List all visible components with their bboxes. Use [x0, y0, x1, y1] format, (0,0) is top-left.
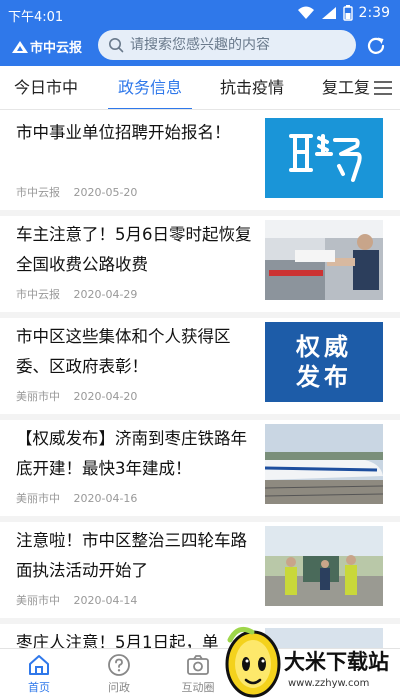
question-icon — [108, 654, 130, 676]
search-icon — [109, 38, 124, 53]
news-title: 车主注意了！5月6日零时起恢复全国收费公路收费 — [16, 225, 252, 274]
site-watermark: 大米下载站 www.zzhyw.com — [218, 620, 400, 700]
news-title: 注意啦！市中区整治三四轮车路面执法活动开始了 — [16, 531, 247, 580]
tab-menu-icon[interactable] — [370, 78, 396, 98]
news-source: 市中云报 — [16, 186, 60, 199]
toll-photo — [265, 220, 383, 300]
news-item[interactable]: 车主注意了！5月6日零时起恢复全国收费公路收费 市中云报 2020-04-29 — [0, 212, 400, 314]
header: 市中云报 — [0, 28, 400, 66]
wifi-icon — [297, 6, 314, 19]
status-bar: 下午4:01 2:39 — [0, 0, 400, 28]
news-item[interactable]: 市中区这些集体和个人获得区委、区政府表彰！ 美丽市中 2020-04-20 权威… — [0, 314, 400, 416]
tab-government-info[interactable]: 政务信息 — [107, 66, 193, 109]
news-item[interactable]: 【权威发布】济南到枣庄铁路年底开建！最快3年建成！ 美丽市中 2020-04-1… — [0, 416, 400, 518]
search-bar[interactable] — [98, 30, 356, 60]
logo-icon — [12, 40, 28, 53]
train-photo — [265, 424, 383, 504]
news-meta: 市中云报 2020-05-20 — [16, 184, 137, 200]
news-date: 2020-04-29 — [73, 288, 138, 301]
news-date: 2020-04-14 — [73, 594, 138, 607]
camera-icon — [187, 655, 209, 675]
search-input[interactable] — [130, 37, 350, 53]
news-source: 美丽市中 — [16, 390, 60, 403]
refresh-icon[interactable] — [364, 34, 388, 58]
home-icon — [29, 655, 49, 675]
news-title: 【权威发布】济南到枣庄铁路年底开建！最快3年建成！ — [16, 429, 247, 478]
category-tabs: 今日市中 政务信息 抗击疫情 复工复 — [0, 66, 400, 110]
nav-home-label: 首页 — [28, 681, 50, 694]
news-thumbnail — [265, 118, 383, 198]
news-source: 美丽市中 — [16, 594, 60, 607]
rice-mascot-logo — [225, 626, 281, 698]
news-meta: 市中云报 2020-04-29 — [16, 286, 137, 302]
news-thumbnail — [265, 424, 383, 504]
status-time: 下午4:01 — [8, 10, 64, 25]
news-date: 2020-04-20 — [73, 390, 138, 403]
recruit-icon — [289, 134, 362, 182]
nav-interact-label: 互动圈 — [181, 681, 215, 694]
tab-fight-epidemic[interactable]: 抗击疫情 — [220, 66, 284, 109]
news-meta: 美丽市中 2020-04-16 — [16, 490, 137, 506]
news-thumbnail — [265, 220, 383, 300]
watermark-url: www.zzhyw.com — [288, 678, 370, 689]
news-item[interactable]: 注意啦！市中区整治三四轮车路面执法活动开始了 美丽市中 2020-04-14 — [0, 518, 400, 620]
news-date: 2020-04-16 — [73, 492, 138, 505]
nav-inquiry-label: 问政 — [108, 681, 130, 694]
news-date: 2020-05-20 — [73, 186, 138, 199]
battery-icon — [342, 5, 353, 21]
news-meta: 美丽市中 2020-04-14 — [16, 592, 137, 608]
battery-text: 2:39 — [358, 5, 390, 21]
news-title: 市中事业单位招聘开始报名！ — [16, 123, 231, 142]
news-source: 市中云报 — [16, 288, 60, 301]
nav-inquiry[interactable]: 问政 — [89, 653, 149, 695]
news-thumbnail — [265, 526, 383, 606]
signal-icon — [321, 7, 336, 19]
police-photo — [265, 526, 383, 606]
tab-resume-work[interactable]: 复工复 — [322, 66, 370, 109]
top-bar: 下午4:01 2:39 市中云报 — [0, 0, 400, 66]
watermark-text: 大米下载站 — [284, 650, 389, 674]
logo-text: 市中云报 — [30, 41, 83, 56]
status-icons: 2:39 — [297, 5, 390, 21]
tab-today-shizhong[interactable]: 今日市中 — [14, 66, 78, 109]
news-source: 美丽市中 — [16, 492, 60, 505]
news-thumbnail: 权威发布 — [265, 322, 383, 402]
app-logo: 市中云报 — [12, 37, 82, 56]
news-meta: 美丽市中 2020-04-20 — [16, 388, 137, 404]
thumbnail-caption: 权威发布 — [296, 333, 352, 391]
nav-home[interactable]: 首页 — [9, 653, 69, 695]
news-title: 市中区这些集体和个人获得区委、区政府表彰！ — [16, 327, 231, 376]
news-item[interactable]: 市中事业单位招聘开始报名！ 市中云报 2020-05-20 — [0, 110, 400, 212]
